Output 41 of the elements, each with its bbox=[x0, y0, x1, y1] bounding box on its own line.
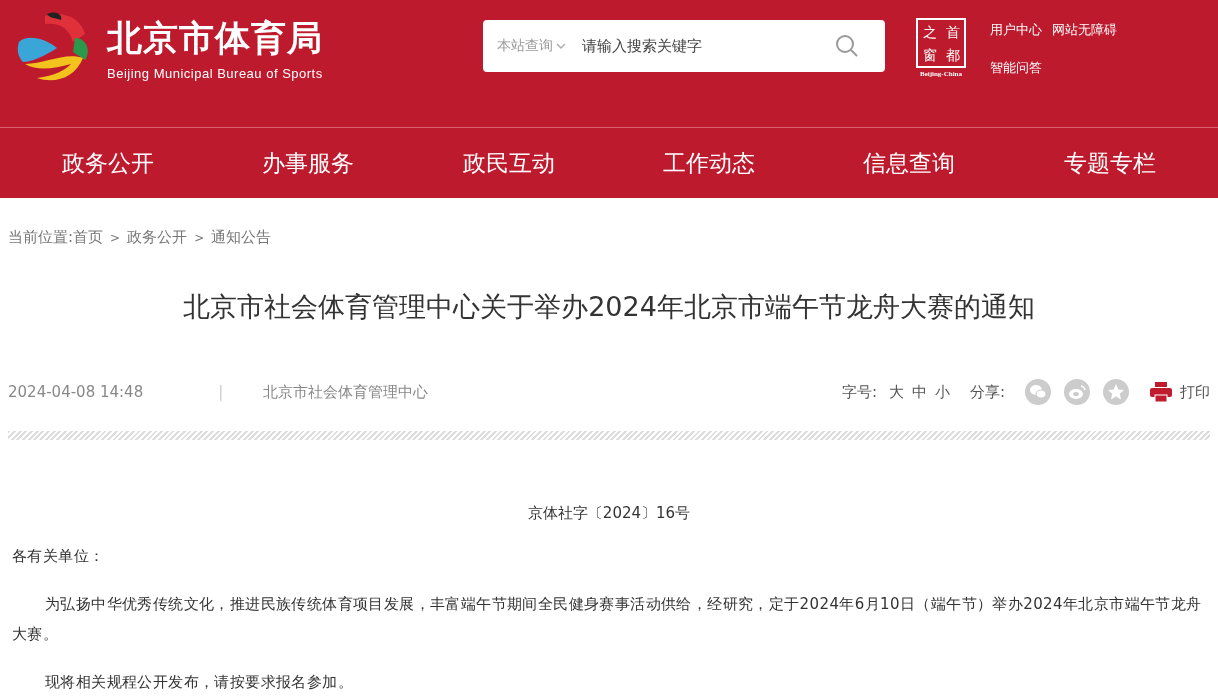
article-source: 北京市社会体育管理中心 bbox=[263, 382, 429, 402]
logo-character: 首 bbox=[944, 22, 961, 42]
logo-character: 窗 bbox=[921, 45, 938, 65]
breadcrumb-link[interactable]: 首页 bbox=[73, 228, 104, 247]
breadcrumb-link[interactable]: 政务公开 bbox=[127, 228, 188, 247]
printer-icon bbox=[1150, 382, 1172, 402]
print-link[interactable]: 打印 bbox=[1150, 382, 1210, 402]
print-label: 打印 bbox=[1180, 382, 1210, 402]
document-number: 京体社字〔2024〕16号 bbox=[526, 504, 692, 523]
share-label: 分享: bbox=[969, 382, 1005, 402]
capital-window-logo[interactable]: 之 首 窗 都 bbox=[916, 18, 966, 68]
body-paragraph: 现将相关规程公开发布，请按要求报名参加。 bbox=[44, 672, 354, 693]
logo-character: 之 bbox=[921, 22, 938, 42]
header-link[interactable]: 用户中心 bbox=[990, 20, 1042, 40]
nav-link[interactable]: 办事服务 bbox=[262, 147, 355, 179]
nav-link[interactable]: 信息查询 bbox=[863, 147, 956, 179]
breadcrumb-label: 当前位置: bbox=[8, 228, 74, 247]
site-title: 北京市体育局 bbox=[107, 16, 323, 60]
body-paragraph: 各有关单位： bbox=[12, 546, 106, 567]
breadcrumb-separator: > bbox=[194, 230, 205, 245]
breadcrumb-link[interactable]: 通知公告 bbox=[211, 228, 272, 247]
nav-link[interactable]: 政务公开 bbox=[62, 147, 155, 179]
nav-link[interactable]: 政民互动 bbox=[462, 147, 555, 179]
header-link[interactable]: 网站无障碍 bbox=[1052, 20, 1117, 40]
nav-link[interactable]: 专题专栏 bbox=[1063, 147, 1156, 179]
search-icon[interactable] bbox=[835, 34, 859, 58]
chat-bubbles-icon[interactable] bbox=[1025, 379, 1051, 405]
font-size-label: 字号: bbox=[841, 382, 877, 402]
body-paragraph: 为弘扬中华优秀传统文化，推进民族传统体育项目发展，丰富端午节期间全民健身赛事活动供给，经研究，定于2024年6月10日（端午节）举办2024年北京市端午节龙舟大赛。 bbox=[12, 594, 1203, 645]
font-size-option[interactable]: 中 bbox=[911, 382, 927, 402]
font-size-option[interactable]: 小 bbox=[934, 382, 950, 402]
caret-icon bbox=[556, 43, 566, 49]
site-subtitle: Beijing Municipal Bureau of Sports bbox=[107, 65, 323, 81]
article-title: 北京市社会体育管理中心关于举办2024年北京市端午节龙舟大赛的通知 bbox=[182, 290, 1036, 324]
logo-character: 都 bbox=[944, 45, 961, 65]
publish-date: 2024-04-08 14:48 bbox=[8, 382, 144, 402]
nav-link[interactable]: 工作动态 bbox=[663, 147, 756, 179]
breadcrumb-separator: > bbox=[110, 230, 121, 245]
font-size-option[interactable]: 大 bbox=[888, 382, 904, 402]
meta-divider: | bbox=[218, 382, 224, 402]
header-link[interactable]: 智能问答 bbox=[990, 58, 1042, 78]
